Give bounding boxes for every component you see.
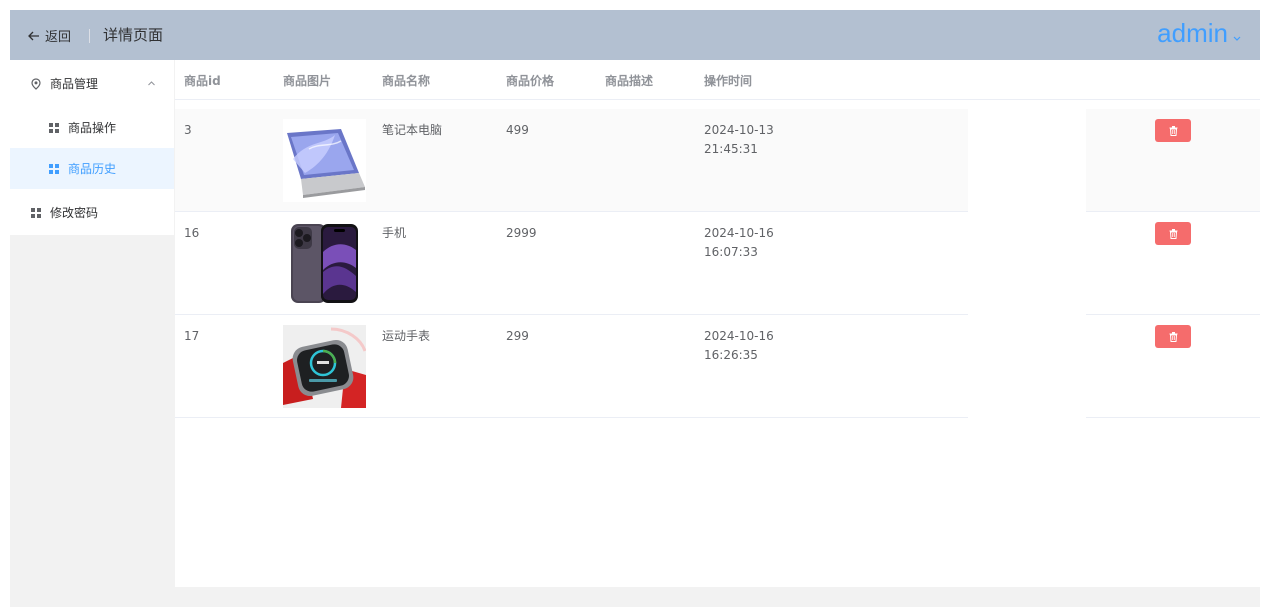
watch-image <box>283 325 366 408</box>
page-title: 详情页面 <box>103 26 164 44</box>
app-frame: 返回 详情页面 admin 商品管理 商品操作 商品历史 修改密码 商品id 商… <box>10 10 1260 607</box>
column-header-name: 商品名称 <box>382 74 431 88</box>
delete-button[interactable] <box>1155 119 1191 142</box>
user-name: admin <box>1157 18 1228 48</box>
cell-time: 2024-10-13 21:45:31 <box>704 123 774 156</box>
sidebar-item-label: 修改密码 <box>50 206 99 220</box>
laptop-image <box>283 119 366 202</box>
cell-name: 笔记本电脑 <box>382 123 443 137</box>
back-label: 返回 <box>45 30 72 45</box>
sidebar-item-label: 商品管理 <box>50 77 99 91</box>
header-divider <box>89 29 90 43</box>
column-header-image: 商品图片 <box>283 74 332 88</box>
sidebar-item-label: 商品历史 <box>68 162 117 176</box>
trash-icon <box>1169 228 1177 239</box>
arrow-left-icon <box>28 31 39 40</box>
column-header-id: 商品id <box>184 74 221 88</box>
location-icon <box>31 77 41 90</box>
sidebar-item-product-history[interactable]: 商品历史 <box>10 148 174 189</box>
sidebar-item-change-password[interactable]: 修改密码 <box>10 192 174 233</box>
delete-button[interactable] <box>1155 222 1191 245</box>
table-row: 3 笔记本电脑 499 2024-10-13 21:45:31 <box>175 109 1260 212</box>
grid-icon <box>31 207 41 218</box>
back-button[interactable]: 返回 <box>27 26 71 45</box>
sidebar-item-label: 商品操作 <box>68 121 117 135</box>
horizontal-scrollbar[interactable] <box>175 587 1260 607</box>
sidebar-item-product-operations[interactable]: 商品操作 <box>10 107 174 148</box>
cell-price: 2999 <box>506 226 537 240</box>
main-content: 商品id 商品图片 商品名称 商品价格 商品描述 操作时间 3 笔记本电脑 49… <box>175 60 1260 587</box>
delete-button[interactable] <box>1155 325 1191 348</box>
trash-icon <box>1169 125 1177 136</box>
column-header-price: 商品价格 <box>506 74 555 88</box>
column-header-time: 操作时间 <box>704 74 753 88</box>
cell-time: 2024-10-16 16:07:33 <box>704 226 774 259</box>
column-gap <box>968 212 1086 315</box>
sidebar-item-product-management[interactable]: 商品管理 <box>10 63 174 104</box>
cell-time: 2024-10-16 16:26:35 <box>704 329 774 362</box>
table-row: 16 手机 2999 2024-10-16 16:07:33 <box>175 212 1260 315</box>
column-gap <box>968 109 1086 212</box>
user-dropdown[interactable]: admin <box>1157 18 1242 49</box>
cell-name: 手机 <box>382 226 407 240</box>
table-header: 商品id 商品图片 商品名称 商品价格 商品描述 操作时间 <box>175 60 1260 100</box>
phone-image <box>283 222 366 305</box>
page-header: 返回 详情页面 admin <box>10 10 1260 60</box>
cell-price: 299 <box>506 329 529 343</box>
cell-name: 运动手表 <box>382 329 431 343</box>
cell-id: 3 <box>184 123 192 137</box>
chevron-up-icon <box>148 81 155 86</box>
table-row: 17 运动手表 299 2024-10-16 16:26:35 <box>175 315 1260 418</box>
trash-icon <box>1169 331 1177 342</box>
column-gap <box>968 315 1086 418</box>
grid-icon <box>49 122 59 133</box>
cell-id: 17 <box>184 329 200 343</box>
column-header-description: 商品描述 <box>605 74 654 88</box>
cell-id: 16 <box>184 226 200 240</box>
grid-icon <box>49 163 59 174</box>
cell-price: 499 <box>506 123 529 137</box>
sidebar: 商品管理 商品操作 商品历史 修改密码 <box>10 60 174 235</box>
chevron-down-icon <box>1233 36 1241 41</box>
